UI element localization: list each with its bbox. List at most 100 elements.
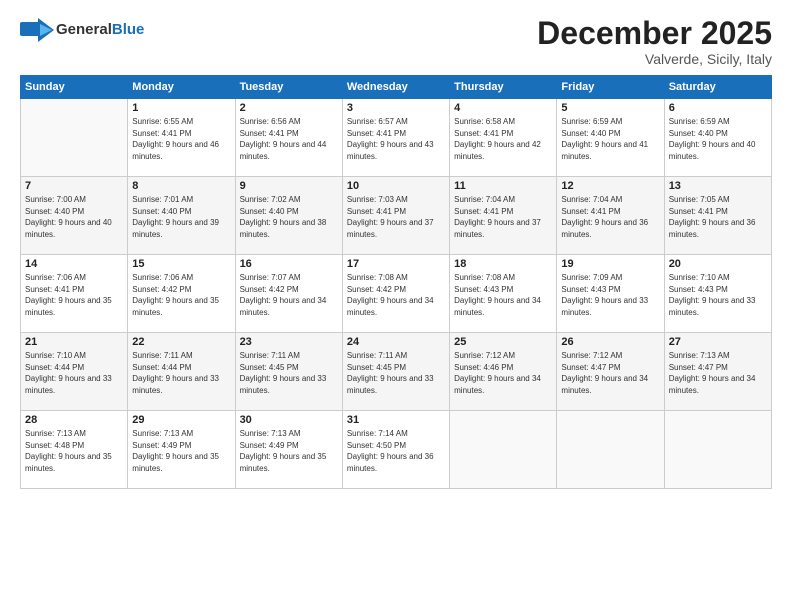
calendar-cell: 27 Sunrise: 7:13 AMSunset: 4:47 PMDayligh… — [664, 333, 771, 411]
day-info: Sunrise: 6:57 AMSunset: 4:41 PMDaylight:… — [347, 116, 445, 162]
calendar-cell: 11 Sunrise: 7:04 AMSunset: 4:41 PMDayligh… — [450, 177, 557, 255]
calendar-cell: 24 Sunrise: 7:11 AMSunset: 4:45 PMDayligh… — [342, 333, 449, 411]
calendar-cell: 22 Sunrise: 7:11 AMSunset: 4:44 PMDayligh… — [128, 333, 235, 411]
calendar-cell: 23Sunrise: 7:11 AMSunset: 4:45 PMDayligh… — [235, 333, 342, 411]
day-info: Sunrise: 7:13 AMSunset: 4:48 PMDaylight:… — [25, 428, 123, 474]
day-number: 2 — [240, 102, 338, 114]
day-info: Sunrise: 7:07 AMSunset: 4:42 PMDaylight:… — [240, 272, 338, 318]
header-row: Sunday Monday Tuesday Wednesday Thursday… — [21, 76, 772, 99]
calendar-cell: 8Sunrise: 7:01 AMSunset: 4:40 PMDaylight… — [128, 177, 235, 255]
logo-icon — [20, 16, 54, 44]
day-info: Sunrise: 7:13 AMSunset: 4:47 PMDaylight:… — [669, 350, 767, 396]
col-tuesday: Tuesday — [235, 76, 342, 99]
day-number: 17 — [347, 258, 445, 270]
day-info: Sunrise: 7:03 AMSunset: 4:41 PMDaylight:… — [347, 194, 445, 240]
calendar-week-3: 14Sunrise: 7:06 AMSunset: 4:41 PMDayligh… — [21, 255, 772, 333]
calendar-cell: 1 Sunrise: 6:55 AMSunset: 4:41 PMDaylight… — [128, 99, 235, 177]
logo-general: General — [56, 21, 112, 38]
day-info: Sunrise: 7:14 AMSunset: 4:50 PMDaylight:… — [347, 428, 445, 474]
day-info: Sunrise: 7:11 AMSunset: 4:45 PMDaylight:… — [240, 350, 338, 396]
day-info: Sunrise: 6:56 AMSunset: 4:41 PMDaylight:… — [240, 116, 338, 162]
day-number: 12 — [561, 180, 659, 192]
calendar-cell: 2 Sunrise: 6:56 AMSunset: 4:41 PMDaylight… — [235, 99, 342, 177]
calendar-cell: 19 Sunrise: 7:09 AMSunset: 4:43 PMDayligh… — [557, 255, 664, 333]
day-info: Sunrise: 7:12 AMSunset: 4:47 PMDaylight:… — [561, 350, 659, 396]
calendar-cell: 3Sunrise: 6:57 AMSunset: 4:41 PMDaylight… — [342, 99, 449, 177]
day-number: 9 — [240, 180, 338, 192]
day-info: Sunrise: 7:04 AMSunset: 4:41 PMDaylight:… — [454, 194, 552, 240]
col-friday: Friday — [557, 76, 664, 99]
calendar-cell: 29 Sunrise: 7:13 AMSunset: 4:49 PMDayligh… — [128, 411, 235, 489]
calendar-cell — [664, 411, 771, 489]
calendar-cell: 10 Sunrise: 7:03 AMSunset: 4:41 PMDayligh… — [342, 177, 449, 255]
calendar-cell: 18 Sunrise: 7:08 AMSunset: 4:43 PMDayligh… — [450, 255, 557, 333]
day-number: 27 — [669, 336, 767, 348]
col-sunday: Sunday — [21, 76, 128, 99]
location-subtitle: Valverde, Sicily, Italy — [537, 51, 772, 67]
day-info: Sunrise: 7:11 AMSunset: 4:44 PMDaylight:… — [132, 350, 230, 396]
title-area: December 2025 Valverde, Sicily, Italy — [537, 16, 772, 67]
day-info: Sunrise: 7:02 AMSunset: 4:40 PMDaylight:… — [240, 194, 338, 240]
day-number: 11 — [454, 180, 552, 192]
calendar-cell: 31 Sunrise: 7:14 AMSunset: 4:50 PMDayligh… — [342, 411, 449, 489]
calendar-week-4: 21Sunrise: 7:10 AMSunset: 4:44 PMDayligh… — [21, 333, 772, 411]
logo-blue: Blue — [112, 21, 145, 38]
day-number: 29 — [132, 414, 230, 426]
calendar-cell: 12 Sunrise: 7:04 AMSunset: 4:41 PMDayligh… — [557, 177, 664, 255]
day-info: Sunrise: 7:12 AMSunset: 4:46 PMDaylight:… — [454, 350, 552, 396]
calendar-cell: 28 Sunrise: 7:13 AMSunset: 4:48 PMDayligh… — [21, 411, 128, 489]
day-number: 6 — [669, 102, 767, 114]
calendar-cell: 26 Sunrise: 7:12 AMSunset: 4:47 PMDayligh… — [557, 333, 664, 411]
calendar-cell: 7 Sunrise: 7:00 AMSunset: 4:40 PMDaylight… — [21, 177, 128, 255]
calendar-week-1: 1 Sunrise: 6:55 AMSunset: 4:41 PMDaylight… — [21, 99, 772, 177]
day-number: 26 — [561, 336, 659, 348]
day-info: Sunrise: 7:13 AMSunset: 4:49 PMDaylight:… — [132, 428, 230, 474]
day-number: 8 — [132, 180, 230, 192]
day-number: 4 — [454, 102, 552, 114]
day-info: Sunrise: 7:10 AMSunset: 4:44 PMDaylight:… — [25, 350, 123, 396]
day-info: Sunrise: 7:05 AMSunset: 4:41 PMDaylight:… — [669, 194, 767, 240]
calendar-cell: 6 Sunrise: 6:59 AMSunset: 4:40 PMDaylight… — [664, 99, 771, 177]
day-number: 24 — [347, 336, 445, 348]
header: GeneralBlue December 2025 Valverde, Sici… — [20, 16, 772, 67]
day-number: 28 — [25, 414, 123, 426]
day-number: 25 — [454, 336, 552, 348]
day-number: 30 — [240, 414, 338, 426]
day-info: Sunrise: 7:11 AMSunset: 4:45 PMDaylight:… — [347, 350, 445, 396]
day-info: Sunrise: 7:06 AMSunset: 4:41 PMDaylight:… — [25, 272, 123, 318]
day-info: Sunrise: 7:13 AMSunset: 4:49 PMDaylight:… — [240, 428, 338, 474]
logo-text: GeneralBlue — [56, 22, 144, 39]
calendar-cell: 5 Sunrise: 6:59 AMSunset: 4:40 PMDaylight… — [557, 99, 664, 177]
col-saturday: Saturday — [664, 76, 771, 99]
day-info: Sunrise: 7:09 AMSunset: 4:43 PMDaylight:… — [561, 272, 659, 318]
day-number: 15 — [132, 258, 230, 270]
day-info: Sunrise: 7:06 AMSunset: 4:42 PMDaylight:… — [132, 272, 230, 318]
calendar-table: Sunday Monday Tuesday Wednesday Thursday… — [20, 75, 772, 489]
day-number: 22 — [132, 336, 230, 348]
day-info: Sunrise: 6:55 AMSunset: 4:41 PMDaylight:… — [132, 116, 230, 162]
calendar-week-2: 7 Sunrise: 7:00 AMSunset: 4:40 PMDaylight… — [21, 177, 772, 255]
day-info: Sunrise: 6:59 AMSunset: 4:40 PMDaylight:… — [669, 116, 767, 162]
calendar-cell — [450, 411, 557, 489]
day-number: 31 — [347, 414, 445, 426]
day-info: Sunrise: 7:08 AMSunset: 4:43 PMDaylight:… — [454, 272, 552, 318]
day-info: Sunrise: 7:04 AMSunset: 4:41 PMDaylight:… — [561, 194, 659, 240]
day-number: 18 — [454, 258, 552, 270]
calendar-cell: 9 Sunrise: 7:02 AMSunset: 4:40 PMDaylight… — [235, 177, 342, 255]
day-number: 1 — [132, 102, 230, 114]
col-monday: Monday — [128, 76, 235, 99]
day-number: 19 — [561, 258, 659, 270]
day-number: 13 — [669, 180, 767, 192]
day-info: Sunrise: 6:59 AMSunset: 4:40 PMDaylight:… — [561, 116, 659, 162]
calendar-cell: 17Sunrise: 7:08 AMSunset: 4:42 PMDayligh… — [342, 255, 449, 333]
day-number: 7 — [25, 180, 123, 192]
calendar-cell — [557, 411, 664, 489]
calendar-cell: 21Sunrise: 7:10 AMSunset: 4:44 PMDayligh… — [21, 333, 128, 411]
day-info: Sunrise: 6:58 AMSunset: 4:41 PMDaylight:… — [454, 116, 552, 162]
col-thursday: Thursday — [450, 76, 557, 99]
day-number: 20 — [669, 258, 767, 270]
day-info: Sunrise: 7:00 AMSunset: 4:40 PMDaylight:… — [25, 194, 123, 240]
day-number: 10 — [347, 180, 445, 192]
day-number: 5 — [561, 102, 659, 114]
day-info: Sunrise: 7:10 AMSunset: 4:43 PMDaylight:… — [669, 272, 767, 318]
